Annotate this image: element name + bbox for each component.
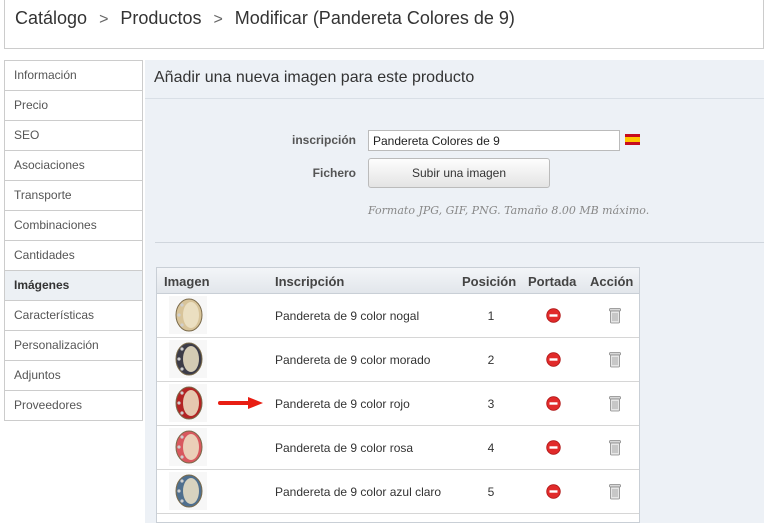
images-table: Imagen Inscripción Posición Portada Acci… [156,267,640,523]
sidebar-item-cantidades[interactable]: Cantidades [5,241,142,271]
sidebar-item-adjuntos[interactable]: Adjuntos [5,361,142,391]
panel-title: Añadir una nueva imagen para este produc… [154,69,475,86]
table-row[interactable]: Pandereta de 9 color azul claro 5 [157,470,639,514]
column-header-caption: Inscripción [275,274,345,289]
table-row[interactable]: Pandereta de 9 color rosa 4 [157,426,639,470]
flag-es-icon[interactable] [625,134,640,145]
breadcrumb: Catálogo > Productos > Modificar (Pandereta … [15,8,515,29]
file-format-hint: Formato JPG, GIF, PNG. Tamaño 8.00 MB má… [368,204,650,217]
form-divider [155,242,764,243]
sidebar-item-proveedores[interactable]: Proveedores [5,391,142,421]
delete-trash-icon[interactable] [609,483,621,500]
column-header-cover: Portada [528,274,577,289]
upload-image-button[interactable]: Subir una imagen [368,158,550,188]
sidebar-item-imagenes[interactable]: Imágenes [5,271,142,301]
caption-label: inscripción [291,133,356,147]
set-cover-icon[interactable] [546,308,561,323]
sidebar-item-asociaciones[interactable]: Asociaciones [5,151,142,181]
caption-input[interactable] [368,130,620,151]
delete-trash-icon[interactable] [609,395,621,412]
image-caption: Pandereta de 9 color rojo [275,397,410,411]
sidebar-item-caracteristicas[interactable]: Características [5,301,142,331]
sidebar-item-seo[interactable]: SEO [5,121,142,151]
tambourine-thumbnail[interactable] [169,472,207,510]
image-position: 4 [487,441,495,455]
set-cover-icon[interactable] [546,440,561,455]
set-cover-icon[interactable] [546,396,561,411]
sidebar-item-combinaciones[interactable]: Combinaciones [5,211,142,241]
file-label: Fichero [312,166,356,180]
breadcrumb-current: Modificar (Pandereta Colores de 9) [234,8,515,28]
title-divider [145,98,764,99]
sidebar-item-transporte[interactable]: Transporte [5,181,142,211]
image-position: 1 [487,309,495,323]
sidebar-item-precio[interactable]: Precio [5,91,142,121]
set-cover-icon[interactable] [546,352,561,367]
image-caption: Pandereta de 9 color rosa [275,441,414,455]
product-tabs-sidebar: Información Precio SEO Asociaciones Tran… [4,60,143,421]
column-header-position: Posición [462,274,517,289]
page-header: Catálogo > Productos > Modificar (Pandereta … [4,0,764,49]
delete-trash-icon[interactable] [609,351,621,368]
column-header-image: Imagen [164,274,210,289]
delete-trash-icon[interactable] [609,307,621,324]
image-caption: Pandereta de 9 color morado [275,353,431,367]
tambourine-thumbnail[interactable] [169,340,207,378]
image-caption: Pandereta de 9 color azul claro [275,485,442,499]
table-row[interactable]: Pandereta de 9 color nogal 1 [157,294,639,338]
sidebar-item-personalizacion[interactable]: Personalización [5,331,142,361]
table-row[interactable]: Pandereta de 9 color morado 2 [157,338,639,382]
set-cover-icon[interactable] [546,484,561,499]
sidebar-item-informacion[interactable]: Información [5,61,142,91]
breadcrumb-separator: > [99,11,109,28]
column-header-action: Acción [590,274,634,289]
tambourine-thumbnail[interactable] [169,384,207,422]
delete-trash-icon[interactable] [609,439,621,456]
image-position: 3 [487,397,495,411]
table-header: Imagen Inscripción Posición Portada Acci… [157,268,639,294]
image-position: 2 [487,353,495,367]
breadcrumb-catalog[interactable]: Catálogo [15,8,87,28]
tambourine-thumbnail[interactable] [169,296,207,334]
images-panel: Añadir una nueva imagen para este produc… [145,60,764,523]
image-caption: Pandereta de 9 color nogal [275,309,420,323]
breadcrumb-products[interactable]: Productos [120,8,201,28]
image-position: 5 [487,485,495,499]
breadcrumb-separator: > [213,11,223,28]
tambourine-thumbnail[interactable] [169,428,207,466]
red-arrow-icon [218,397,263,409]
